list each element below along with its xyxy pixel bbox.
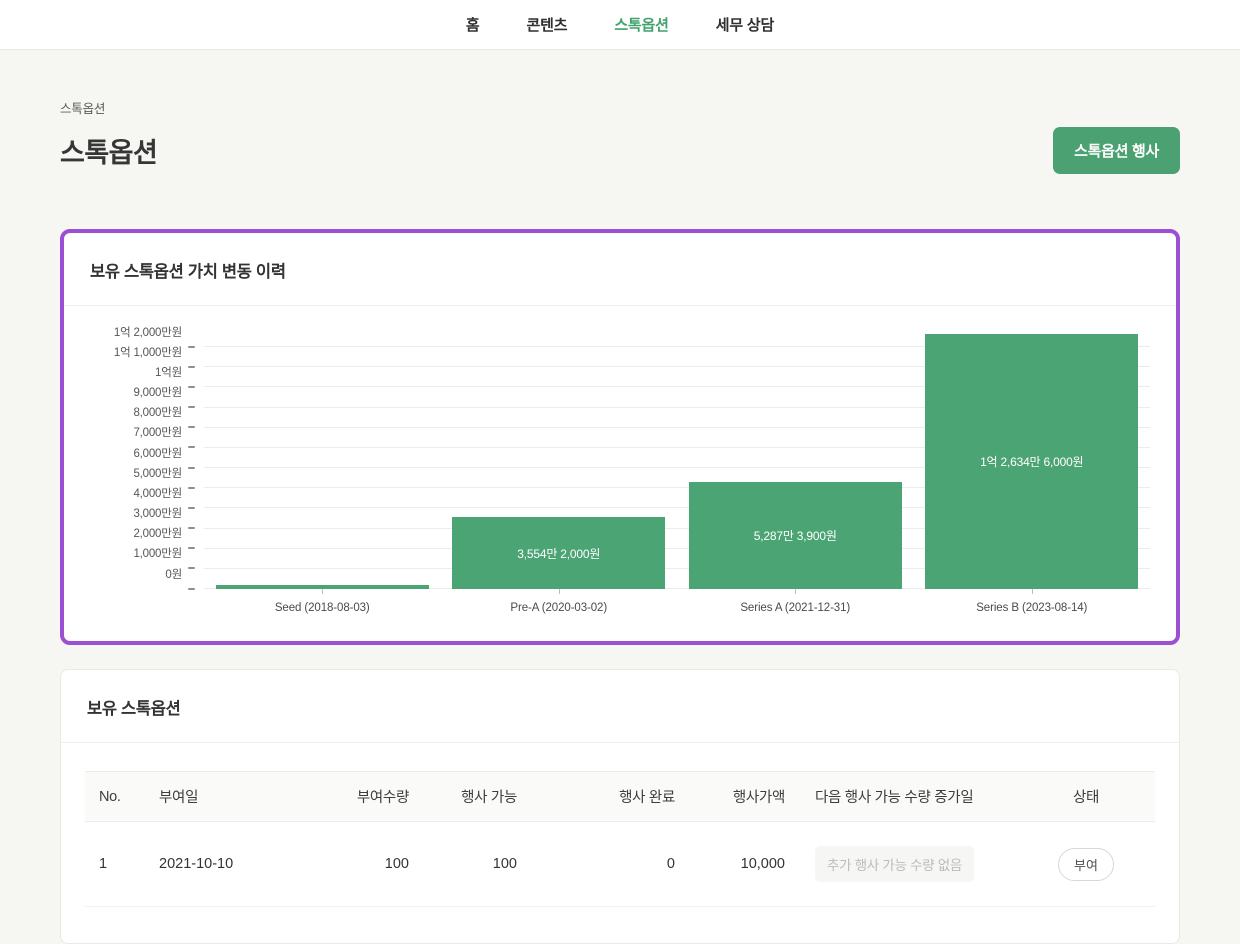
y-axis-tick [188,386,195,388]
cell-status: 부여 [1017,822,1155,907]
y-axis-label: 6,000만원 [133,445,182,461]
nav-item-contents[interactable]: 콘텐츠 [527,14,568,35]
y-axis-tick [188,366,195,368]
col-header-granted-qty: 부여수량 [329,772,421,822]
x-axis-label: Series B (2023-08-14) [976,602,1087,614]
col-header-no: No. [85,772,147,822]
no-additional-quantity-chip: 추가 행사 가능 수량 없음 [815,846,974,882]
stock-options-table: No. 부여일 부여수량 행사 가능 행사 완료 행사가액 다음 행사 가능 수… [85,771,1155,907]
table-wrapper: No. 부여일 부여수량 행사 가능 행사 완료 행사가액 다음 행사 가능 수… [61,743,1179,943]
y-axis-label: 1억원 [155,364,182,380]
cell-granted-qty: 100 [329,822,421,907]
x-axis-tick [559,589,560,594]
y-axis-label: 8,000만원 [133,404,182,420]
y-axis-tick [188,446,195,448]
stock-option-value-history-card: 보유 스톡옵션 가치 변동 이력 0원 1,000만원 2,000만원 3,000만원… [60,229,1180,645]
page-title: 스톡옵션 [60,131,157,170]
table-row[interactable]: 1 2021-10-10 100 100 0 10,000 추가 행사 가능 수… [85,822,1155,907]
bar-chart: 0원1,000만원2,000만원3,000만원4,000만원5,000만원6,0… [204,329,1150,589]
y-axis-label: 1,000만원 [133,545,182,561]
cell-grant-date: 2021-10-10 [147,822,329,907]
y-axis-tick [188,567,195,569]
y-axis-label: 7,000만원 [133,424,182,440]
bar-value-label: 3,554만 2,000원 [517,545,600,562]
y-axis-label: 4,000만원 [133,485,182,501]
chart-area: 0원 1,000만원 2,000만원 3,000만원 4,000만원 5,000만원 6,0… [64,306,1176,641]
y-axis-label: 1억 2,000만원 [114,324,182,340]
y-axis-tick [188,426,195,428]
y-axis-tick [188,527,195,529]
bar-4[interactable]: 1억 2,634만 6,000원 [925,334,1138,589]
x-axis-label: Pre-A (2020-03-02) [510,602,607,614]
col-header-grant-date: 부여일 [147,772,329,822]
y-axis-label: 2,000만원 [133,525,182,541]
col-header-exercise-price: 행사가액 [687,772,797,822]
x-axis-label: Series A (2021-12-31) [740,602,850,614]
x-axis-label: Seed (2018-08-03) [275,602,370,614]
breadcrumb[interactable]: 스톡옵션 [60,98,1180,117]
bar-3[interactable]: 5,287만 3,900원 [689,482,902,589]
bar-value-label: 5,287만 3,900원 [754,527,837,544]
y-axis-tick [188,467,195,469]
page-content: 스톡옵션 스톡옵션 스톡옵션 행사 보유 스톡옵션 가치 변동 이력 0원 1,0… [0,98,1240,944]
table-card-title: 보유 스톡옵션 [61,670,1179,742]
y-axis-label: 1억 1,000만원 [114,344,182,360]
nav-item-stock-options[interactable]: 스톡옵션 [614,14,668,35]
y-axis-label: 3,000만원 [133,505,182,521]
nav-item-home[interactable]: 홈 [466,14,480,35]
y-axis-label: 9,000만원 [133,384,182,400]
col-header-next-increase-date: 다음 행사 가능 수량 증가일 [797,772,1017,822]
y-axis-tick [188,588,195,590]
nav-item-tax-consulting[interactable]: 세무 상담 [716,14,774,35]
cell-exercise-price: 10,000 [687,822,797,907]
cell-exercisable: 100 [421,822,529,907]
bar-2[interactable]: 3,554만 2,000원 [452,517,665,589]
bar-value-label: 1억 2,634만 6,000원 [980,453,1083,470]
col-header-exercisable: 행사 가능 [421,772,529,822]
y-axis-label: 5,000만원 [133,465,182,481]
top-navigation: 홈 콘텐츠 스톡옵션 세무 상담 [0,0,1240,50]
table-header-row: No. 부여일 부여수량 행사 가능 행사 완료 행사가액 다음 행사 가능 수… [85,772,1155,822]
y-axis-label: 0원 [165,566,182,582]
status-badge: 부여 [1058,848,1114,881]
cell-next-increase-date: 추가 행사 가능 수량 없음 [797,822,1017,907]
x-axis-tick [322,589,323,594]
y-axis-tick [188,507,195,509]
y-axis-tick [188,346,195,348]
y-axis-tick [188,487,195,489]
y-axis-tick [188,406,195,408]
cell-exercised: 0 [529,822,687,907]
y-axis-tick [188,547,195,549]
exercise-stock-option-button[interactable]: 스톡옵션 행사 [1053,127,1180,174]
cell-no: 1 [85,822,147,907]
held-stock-options-card: 보유 스톡옵션 No. 부여일 부여수량 행사 가능 행사 완료 행사가액 다 [60,669,1180,944]
page-header: 스톡옵션 스톡옵션 행사 [60,127,1180,174]
col-header-status: 상태 [1017,772,1155,822]
x-axis-tick [795,589,796,594]
chart-card-title: 보유 스톡옵션 가치 변동 이력 [64,233,1176,305]
col-header-exercised: 행사 완료 [529,772,687,822]
x-axis-tick [1032,589,1033,594]
